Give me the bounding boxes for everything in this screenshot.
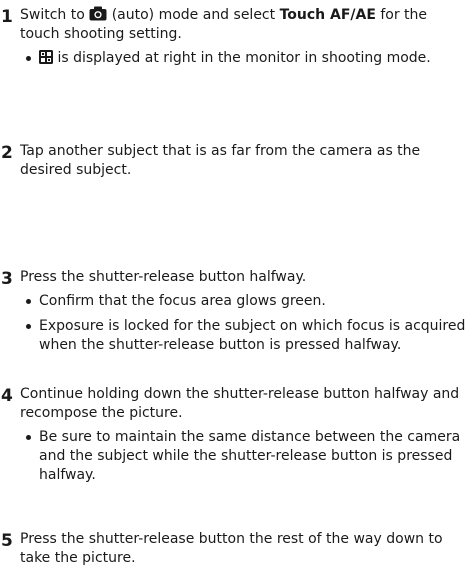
step-text: Continue holding down the shutter-releas… [20,386,460,421]
step-text: Press the shutter-release button the res… [20,531,443,566]
touch-af-ae-icon [39,50,53,64]
list-item: Exposure is locked for the subject on wh… [26,317,470,355]
touch-af-ae-setting: Touch AF/AE [279,7,376,23]
step-3: 3 Press the shutter-release button halfw… [0,268,470,361]
step-2: 2 Tap another subject that is as far fro… [0,142,470,180]
step-number: 3 [1,269,13,289]
step-number: 1 [1,7,13,27]
step-3-bullets: Confirm that the focus area glows green.… [26,292,470,355]
step-number: 4 [1,386,13,406]
step-text: Tap another subject that is as far from … [20,143,421,178]
step-4-bullets: Be sure to maintain the same distance be… [26,428,470,485]
list-item: Be sure to maintain the same distance be… [26,428,470,485]
step-4: 4 Continue holding down the shutter-rele… [0,385,470,491]
list-item: is displayed at right in the monitor in … [26,49,470,68]
step-1-bullets: is displayed at right in the monitor in … [26,49,470,68]
step-text: Press the shutter-release button halfway… [20,269,307,285]
step-5: 5 Press the shutter-release button the r… [0,530,470,568]
step-text: Switch to (auto) mode and select Touch A… [20,6,428,42]
step-1: 1 Switch to (auto) mode and select Touch… [0,6,470,74]
step-number: 5 [1,531,13,551]
list-item: Confirm that the focus area glows green. [26,292,470,311]
camera-icon [89,6,107,21]
step-number: 2 [1,143,13,163]
